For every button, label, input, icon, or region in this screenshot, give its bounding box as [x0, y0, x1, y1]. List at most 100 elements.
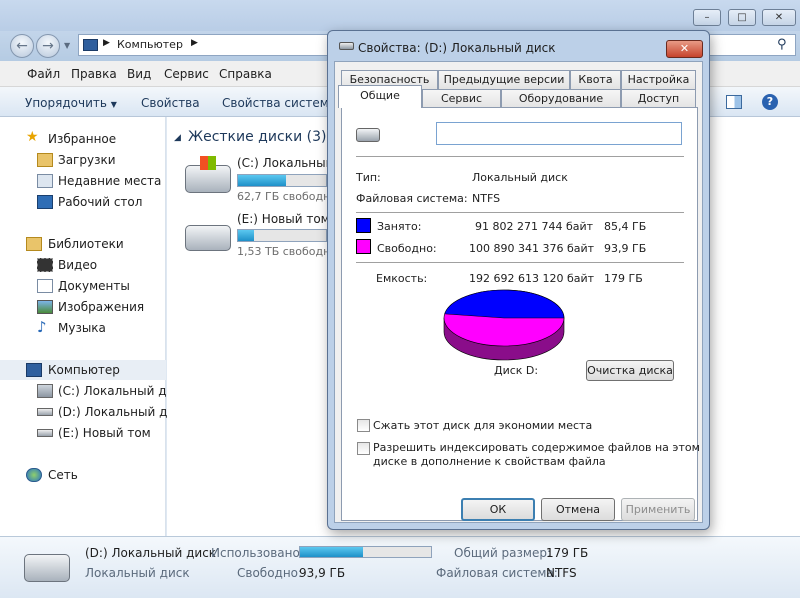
close-button[interactable]: ✕ [762, 9, 796, 26]
drive-icon [185, 225, 231, 251]
tab-sharing[interactable]: Доступ [621, 89, 696, 108]
nav-desktop[interactable]: Рабочий стол [0, 192, 166, 212]
index-checkbox[interactable] [357, 442, 370, 455]
chevron-down-icon: ▼ [110, 100, 117, 109]
nav-video[interactable]: Видео [0, 255, 166, 275]
nav-images-label: Изображения [58, 300, 145, 314]
nav-network-label: Сеть [48, 468, 78, 482]
apply-button[interactable]: Применить [621, 498, 695, 521]
drive-e-usage-fill [238, 230, 254, 241]
computer-icon [83, 39, 98, 51]
menu-view[interactable]: Вид [127, 67, 151, 81]
drive-icon [37, 408, 53, 416]
documents-icon [37, 279, 53, 293]
details-total-value: 179 ГБ [546, 546, 589, 560]
dialog-title: Свойства: (D:) Локальный диск [358, 41, 556, 55]
capacity-gb: 179 ГБ [604, 272, 643, 285]
nav-network[interactable]: Сеть [0, 465, 166, 485]
drive-e-name[interactable]: (E:) Новый том [237, 212, 330, 226]
nav-documents[interactable]: Документы [0, 276, 166, 296]
used-bytes: 91 802 271 744 байт [475, 220, 594, 233]
menu-file[interactable]: Файл [27, 67, 60, 81]
used-gb: 85,4 ГБ [604, 220, 647, 233]
properties-button[interactable]: Свойства [141, 96, 200, 110]
type-value: Локальный диск [472, 171, 568, 184]
nav-recent-label: Недавние места [58, 174, 162, 188]
organize-button[interactable]: Упорядочить ▼ [25, 96, 117, 110]
nav-favorites-label: Избранное [48, 132, 117, 146]
used-label: Занято: [377, 220, 422, 233]
music-icon: ♪ [37, 318, 47, 336]
drive-icon [37, 429, 53, 437]
tab-tools[interactable]: Сервис [422, 89, 501, 108]
group-title: Жесткие диски (3) [188, 129, 327, 145]
nav-drive-c[interactable]: (C:) Локальный дис [0, 381, 181, 401]
navigation-pane: ★ Избранное Загрузки Недавние места Рабо… [0, 117, 182, 536]
nav-recent[interactable]: Недавние места [0, 171, 166, 191]
menu-help[interactable]: Справка [219, 67, 272, 81]
disk-usage-pie [443, 289, 565, 361]
details-fs-value: NTFS [546, 566, 577, 580]
nav-desktop-label: Рабочий стол [58, 195, 143, 209]
drive-c-usage-fill [238, 175, 287, 186]
free-space-swatch [356, 239, 371, 254]
drive-c-name[interactable]: (C:) Локальный [237, 156, 333, 170]
nav-libraries[interactable]: Библиотеки [0, 234, 166, 254]
free-bytes: 100 890 341 376 байт [469, 242, 595, 255]
nav-downloads[interactable]: Загрузки [0, 150, 166, 170]
nav-favorites[interactable]: ★ Избранное [0, 129, 166, 149]
search-input[interactable]: ⚲ [708, 34, 796, 56]
breadcrumb-arrow-icon: ▶ [103, 38, 110, 48]
dialog-close-button[interactable]: ✕ [666, 40, 703, 58]
tab-hardware[interactable]: Оборудование [501, 89, 621, 108]
system-properties-button[interactable]: Свойства системы [222, 96, 338, 110]
volume-label-input[interactable] [436, 122, 682, 145]
compress-checkbox[interactable] [357, 419, 370, 432]
help-icon[interactable]: ? [762, 94, 778, 110]
details-free-value: 93,9 ГБ [299, 566, 346, 580]
explorer-titlebar: – □ ✕ [0, 0, 800, 31]
search-icon[interactable]: ⚲ [777, 37, 787, 52]
ok-button[interactable]: ОК [461, 498, 535, 521]
cancel-button[interactable]: Отмена [541, 498, 615, 521]
menu-tools[interactable]: Сервис [164, 67, 209, 81]
breadcrumb-computer[interactable]: Компьютер [117, 38, 183, 51]
minimize-button[interactable]: – [693, 9, 721, 26]
nav-music[interactable]: ♪ Музыка [0, 318, 166, 338]
nav-drive-d[interactable]: (D:) Локальный дис [0, 402, 182, 422]
menu-edit[interactable]: Правка [71, 67, 117, 81]
nav-images[interactable]: Изображения [0, 297, 166, 317]
maximize-button[interactable]: □ [728, 9, 756, 26]
collapse-arrow-icon[interactable]: ◢ [174, 133, 181, 143]
breadcrumb-arrow-icon[interactable]: ▶ [191, 38, 198, 48]
type-label: Тип: [356, 171, 381, 184]
details-drive-type: Локальный диск [85, 566, 190, 580]
recent-pages-icon[interactable]: ▼ [64, 41, 70, 50]
disk-cleanup-button[interactable]: Очистка диска [586, 360, 674, 381]
recent-places-icon [37, 174, 53, 188]
nav-music-label: Музыка [58, 321, 106, 335]
nav-libraries-label: Библиотеки [48, 237, 124, 251]
tab-general[interactable]: Общие [338, 85, 422, 108]
tab-quota[interactable]: Квота [570, 70, 621, 89]
forward-button[interactable]: → [36, 34, 60, 58]
nav-computer[interactable]: Компьютер [0, 360, 166, 380]
tab-previous-versions[interactable]: Предыдущие версии [438, 70, 570, 89]
nav-documents-label: Документы [58, 279, 130, 293]
dialog-body: Безопасность Предыдущие версии Квота Нас… [334, 61, 703, 523]
tab-customize[interactable]: Настройка [621, 70, 696, 89]
nav-drive-d-label: (D:) Локальный дис [58, 405, 182, 419]
preview-pane-icon[interactable] [726, 95, 742, 109]
general-tab-panel: Тип: Локальный диск Файловая система: NT… [341, 107, 700, 521]
back-button[interactable]: ← [10, 34, 34, 58]
details-total-label: Общий размер: [454, 546, 552, 560]
divider [356, 262, 684, 263]
address-bar[interactable]: ▶ Компьютер ▶ [78, 34, 330, 56]
nav-drive-e[interactable]: (E:) Новый том [0, 423, 166, 443]
video-icon [37, 258, 53, 272]
star-icon: ★ [26, 129, 39, 145]
divider [356, 156, 684, 157]
details-used-label: Использовано: [211, 546, 304, 560]
drive-c-free: 62,7 ГБ свободно [237, 190, 338, 203]
system-drive-icon [37, 384, 53, 398]
